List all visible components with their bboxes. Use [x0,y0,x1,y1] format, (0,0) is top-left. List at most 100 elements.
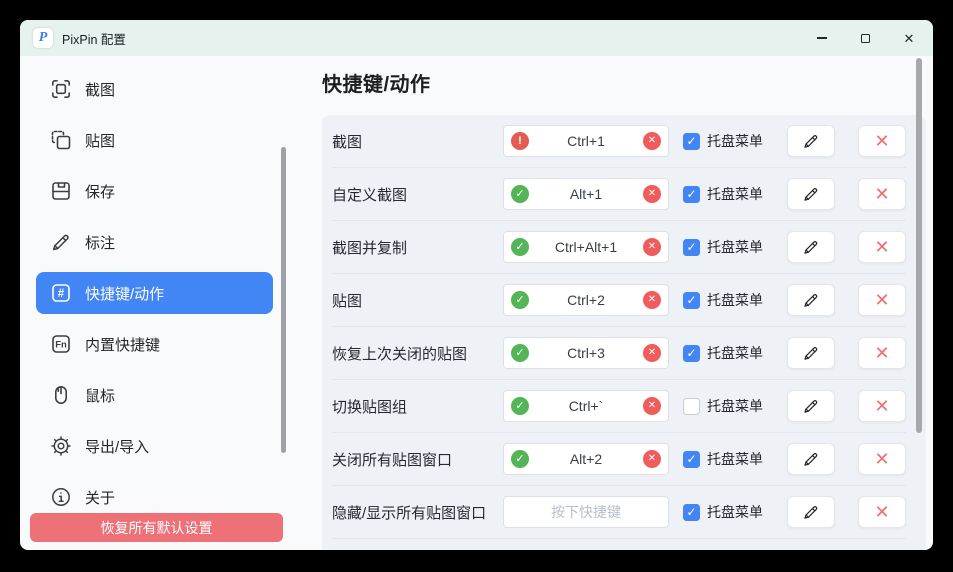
tray-menu-label: 托盘菜单 [707,343,763,363]
tray-menu-checkbox[interactable]: ✓ [683,345,700,362]
hotkey-input[interactable]: ✓ Alt+1 ✕ [503,178,669,210]
delete-hotkey-button[interactable]: ✕ [858,337,906,369]
tray-menu-checkbox[interactable]: ✓ [683,292,700,309]
tray-menu-checkbox[interactable]: ✓ [683,451,700,468]
delete-hotkey-button[interactable]: ✕ [858,496,906,528]
delete-x-icon: ✕ [874,503,889,521]
sidebar-item-label: 标注 [85,232,115,253]
hotkey-action-label: 截图并复制 [332,237,503,258]
tray-menu-label: 托盘菜单 [707,290,763,310]
screenshot-icon [50,78,72,100]
clear-hotkey-icon[interactable]: ✕ [643,344,661,362]
reset-defaults-button[interactable]: 恢复所有默认设置 [30,513,283,542]
hotkey-input[interactable]: ✓ Ctrl+Alt+1 ✕ [503,231,669,263]
gear-icon [50,435,72,457]
edit-hotkey-button[interactable] [787,125,835,157]
hotkey-action-label: 切换贴图组 [332,396,503,417]
hotkey-input[interactable]: 按下快捷键 [503,496,669,528]
hotkey-value: Alt+1 [529,186,643,202]
clear-hotkey-icon[interactable]: ✕ [643,291,661,309]
hotkey-status-icon: ✓ [511,291,529,309]
sidebar-item-label: 鼠标 [85,385,115,406]
hotkey-action-label: 贴图 [332,290,503,311]
titlebar: P PixPin 配置 ✕ [20,20,933,56]
delete-hotkey-button[interactable]: ✕ [858,231,906,263]
delete-x-icon: ✕ [874,185,889,203]
edit-hotkey-button[interactable] [787,496,835,528]
clear-hotkey-icon[interactable]: ✕ [643,132,661,150]
edit-hotkey-button[interactable] [787,284,835,316]
sidebar-item-annotate[interactable]: 标注 [36,221,273,263]
edit-hotkey-button[interactable] [787,178,835,210]
hotkey-value: Ctrl+2 [529,292,643,308]
clear-hotkey-icon[interactable]: ✕ [643,397,661,415]
sidebar-item-label: 快捷键/动作 [85,283,164,304]
sidebar-item-pin-image[interactable]: 贴图 [36,119,273,161]
pencil-icon [802,238,820,256]
hotkey-input[interactable]: ✓ Ctrl+3 ✕ [503,337,669,369]
hotkey-input[interactable]: ! Ctrl+1 ✕ [503,125,669,157]
tray-menu-checkbox[interactable]: ✓ [683,504,700,521]
delete-x-icon: ✕ [874,450,889,468]
clear-hotkey-icon[interactable]: ✕ [643,450,661,468]
hotkey-row: 切换贴图组 ✓ Ctrl+` ✕ 托盘菜单 ✕ [332,380,906,433]
sidebar-item-screenshot[interactable]: 截图 [36,68,273,110]
edit-hotkey-button[interactable] [787,443,835,475]
pencil-icon [50,231,72,253]
hotkey-value: Ctrl+1 [529,133,643,149]
hotkey-input[interactable]: ✓ Alt+2 ✕ [503,443,669,475]
pencil-icon [802,185,820,203]
maximize-button[interactable] [850,20,880,56]
hotkey-status-icon: ✓ [511,450,529,468]
pixpin-config-window: P PixPin 配置 ✕ 截图 贴图 保存 标注 快捷键/动作 内置快捷键 鼠… [20,20,933,550]
delete-hotkey-button[interactable]: ✕ [858,284,906,316]
tray-menu-checkbox[interactable] [683,398,700,415]
hotkey-status-icon: ✓ [511,185,529,203]
minimize-button[interactable] [807,20,837,56]
hotkey-list-panel: 截图 ! Ctrl+1 ✕ ✓ 托盘菜单 ✕ 自定义截图 ✓ Alt+1 ✕ ✓… [322,115,926,550]
sidebar-item-builtin-hotkeys[interactable]: 内置快捷键 [36,323,273,365]
sidebar-scrollbar[interactable] [281,147,286,453]
save-icon [50,180,72,202]
edit-hotkey-button[interactable] [787,231,835,263]
sidebar-item-about[interactable]: 关于 [36,476,273,518]
sidebar: 截图 贴图 保存 标注 快捷键/动作 内置快捷键 鼠标 导出/导入 关于 恢复所… [20,56,302,550]
sidebar-item-import-export[interactable]: 导出/导入 [36,425,273,467]
sidebar-item-label: 保存 [85,181,115,202]
clear-hotkey-icon[interactable]: ✕ [643,238,661,256]
tray-menu-label: 托盘菜单 [707,184,763,204]
pencil-icon [802,291,820,309]
hotkey-input[interactable]: ✓ Ctrl+2 ✕ [503,284,669,316]
tray-menu-checkbox[interactable]: ✓ [683,186,700,203]
sidebar-item-mouse[interactable]: 鼠标 [36,374,273,416]
tray-menu-checkbox[interactable]: ✓ [683,133,700,150]
pencil-icon [802,397,820,415]
pencil-icon [802,344,820,362]
main-scrollbar[interactable] [916,58,922,433]
hotkey-value: Ctrl+3 [529,345,643,361]
sidebar-item-hotkeys[interactable]: 快捷键/动作 [36,272,273,314]
hotkey-input[interactable]: ✓ Ctrl+` ✕ [503,390,669,422]
sidebar-nav: 截图 贴图 保存 标注 快捷键/动作 内置快捷键 鼠标 导出/导入 关于 [20,56,302,518]
tray-menu-checkbox[interactable]: ✓ [683,239,700,256]
sidebar-item-label: 导出/导入 [85,436,149,457]
clear-hotkey-icon[interactable]: ✕ [643,185,661,203]
delete-hotkey-button[interactable]: ✕ [858,178,906,210]
edit-hotkey-button[interactable] [787,337,835,369]
hotkey-status-icon: ✓ [511,238,529,256]
hotkey-value: Ctrl+Alt+1 [529,239,643,255]
hotkey-row: 自定义截图 ✓ Alt+1 ✕ ✓ 托盘菜单 ✕ [332,168,906,221]
sidebar-item-label: 贴图 [85,130,115,151]
hotkey-row: 贴图 ✓ Ctrl+2 ✕ ✓ 托盘菜单 ✕ [332,274,906,327]
close-button[interactable]: ✕ [894,20,924,56]
edit-hotkey-button[interactable] [787,390,835,422]
delete-hotkey-button[interactable]: ✕ [858,443,906,475]
info-icon [50,486,72,508]
pin-image-icon [50,129,72,151]
hotkey-row: 截图 ! Ctrl+1 ✕ ✓ 托盘菜单 ✕ [332,115,906,168]
hotkey-status-icon: ! [511,132,529,150]
delete-hotkey-button[interactable]: ✕ [858,125,906,157]
delete-hotkey-button[interactable]: ✕ [858,390,906,422]
hotkey-hash-icon [50,282,72,304]
sidebar-item-save[interactable]: 保存 [36,170,273,212]
